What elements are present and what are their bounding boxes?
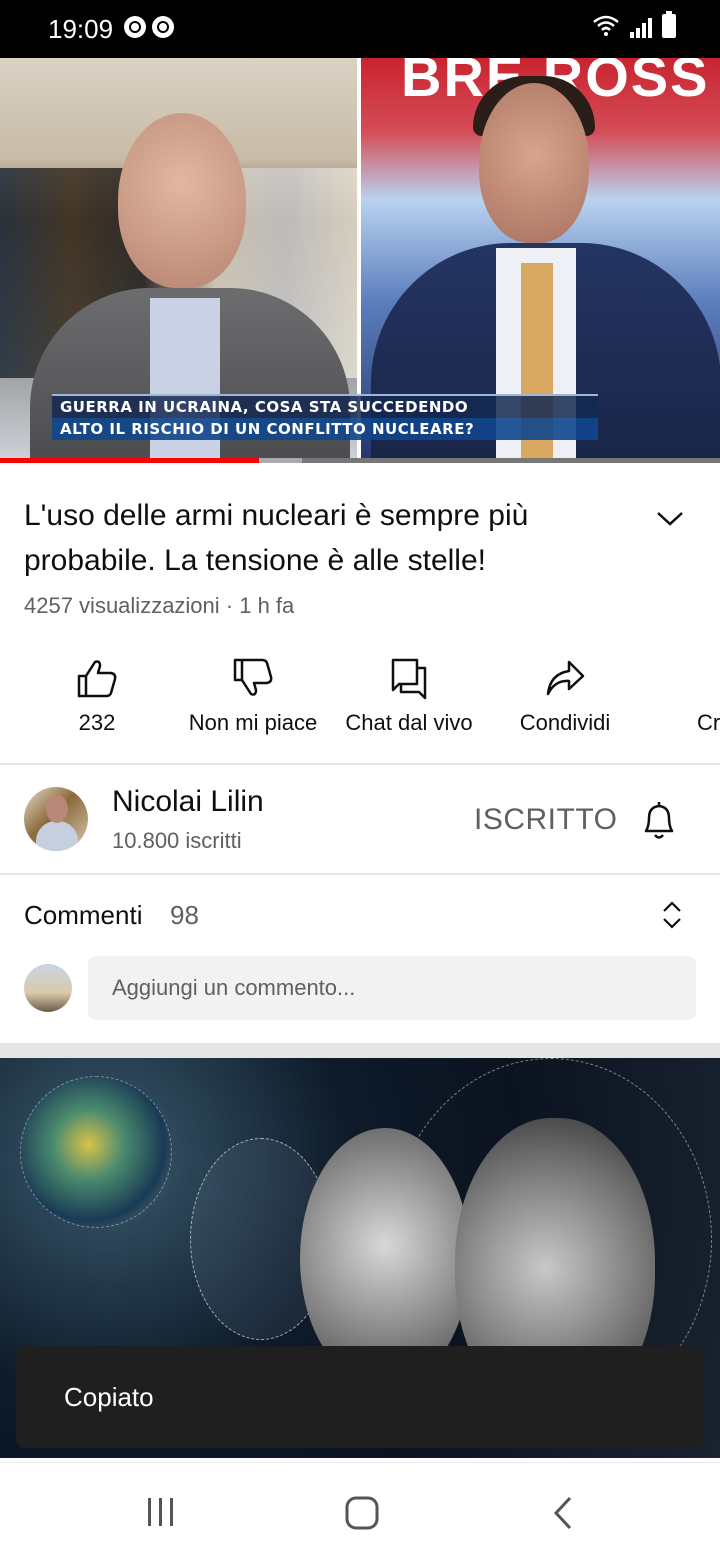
video-title[interactable]: L'uso delle armi nucleari è sempre più p…	[24, 493, 634, 583]
signal-icon	[630, 16, 652, 38]
channel-name[interactable]: Nicolai Lilin	[112, 785, 264, 819]
user-avatar	[24, 964, 72, 1012]
share-button[interactable]: Condividi	[485, 650, 645, 750]
share-icon	[546, 660, 585, 696]
create-button[interactable]: Cr	[641, 650, 720, 750]
channel-avatar[interactable]	[24, 787, 88, 851]
bell-icon[interactable]	[640, 798, 678, 842]
dislike-button[interactable]: Non mi piace	[173, 650, 333, 750]
thumbs-down-icon	[233, 658, 273, 696]
divider	[0, 763, 720, 765]
like-button[interactable]: 232	[17, 650, 177, 750]
create-label: Cr	[697, 710, 720, 735]
live-chat-button[interactable]: Chat dal vivo	[329, 650, 489, 750]
chevron-down-icon[interactable]	[654, 505, 686, 531]
video-caption: GUERRA IN UCRAINA, COSA STA SUCCEDENDO A…	[52, 394, 598, 440]
comments-count: 98	[170, 900, 199, 930]
toast-message: Copiato	[64, 1382, 154, 1412]
create-icon	[699, 656, 720, 700]
back-icon[interactable]	[550, 1495, 578, 1531]
recent-apps-icon[interactable]	[144, 1495, 178, 1529]
progress-buffered	[259, 458, 303, 463]
notification-icon	[124, 16, 146, 38]
notification-icons	[124, 16, 174, 38]
notification-icon	[152, 16, 174, 38]
expand-comments-icon[interactable]	[660, 898, 684, 932]
channel-subscribers: 10.800 iscritti	[112, 828, 242, 853]
dislike-label: Non mi piace	[188, 710, 318, 735]
wifi-icon	[593, 15, 619, 36]
section-divider	[0, 1043, 720, 1058]
progress-played	[0, 458, 260, 463]
live-chat-label: Chat dal vivo	[345, 710, 473, 735]
caption-line-2: ALTO IL RISCHIO DI UN CONFLITTO NUCLEARE…	[52, 418, 598, 440]
video-progress-bar[interactable]	[0, 458, 720, 463]
share-label: Condividi	[519, 710, 611, 735]
battery-icon	[662, 11, 676, 38]
video-player[interactable]: BRE ROSS GUERRA IN UCRAINA, COSA STA SUC…	[0, 58, 720, 463]
toast-snackbar: Copiato	[16, 1346, 704, 1448]
status-time: 19:09	[48, 14, 114, 44]
divider	[0, 873, 720, 875]
thumbs-up-icon	[77, 660, 117, 698]
comment-input-container[interactable]	[88, 956, 696, 1020]
action-row: 232 Non mi piace Chat dal vivo Condividi…	[0, 650, 720, 750]
comments-label[interactable]: Commenti	[24, 900, 142, 931]
comment-input[interactable]	[88, 956, 696, 1020]
status-bar: 19:09	[0, 0, 720, 58]
like-count: 232	[78, 710, 116, 735]
home-icon[interactable]	[344, 1495, 380, 1531]
video-meta: 4257 visualizzazioni · 1 h fa	[24, 593, 295, 618]
subscribed-button[interactable]: ISCRITTO	[474, 803, 617, 837]
system-nav-bar	[0, 1462, 720, 1561]
caption-line-1: GUERRA IN UCRAINA, COSA STA SUCCEDENDO	[52, 394, 598, 418]
chat-icon	[391, 658, 427, 700]
